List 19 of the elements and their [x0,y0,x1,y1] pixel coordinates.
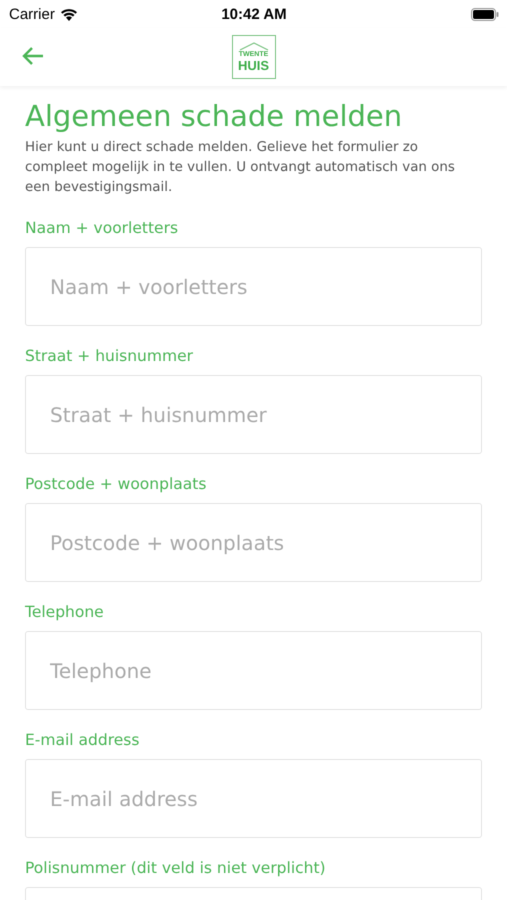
roof-icon [238,42,268,51]
input-field[interactable]: E-mail address [25,759,482,838]
input-field[interactable]: Straat + huisnummer [25,375,482,454]
input-field[interactable]: Naam + voorletters [25,247,482,326]
back-arrow-icon [22,46,44,66]
field-label: Telephone [25,602,105,622]
wifi-icon [60,8,78,20]
input-field[interactable]: Telephone [25,631,482,710]
field-label: Straat + huisnummer [25,346,194,366]
field-label: Postcode + woonplaats [25,474,208,494]
field-label: Naam + voorletters [25,218,180,238]
field-label: Polisnummer (dit veld is niet verplicht) [25,858,327,878]
intro-text: Hier kunt u direct schade melden. Gelieve het formulier zo compleet mogelijk in te vullen. U ontvangt automatisch van ons een bevestigingsmail. [25,139,456,197]
field-label: E-mail address [25,730,140,750]
carrier-name: Carrier [9,6,55,22]
battery-icon [471,8,499,20]
input-field[interactable]: Postcode + woonplaats [25,503,482,582]
clock-time: 10:42 AM [221,6,287,22]
page-title: Algemeen schade melden [25,98,404,134]
